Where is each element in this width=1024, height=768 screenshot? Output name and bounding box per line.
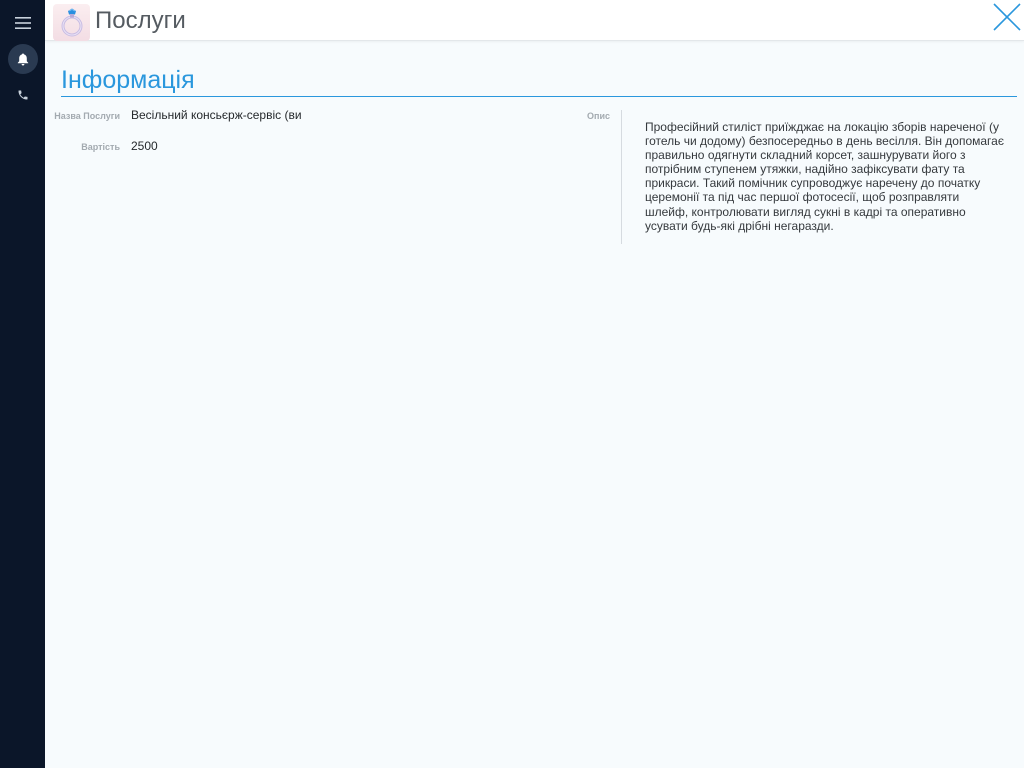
app-logo bbox=[53, 4, 90, 41]
hamburger-menu-icon bbox=[14, 17, 31, 29]
section-underline bbox=[61, 96, 1017, 97]
menu-button[interactable] bbox=[0, 7, 45, 39]
page-title: Послуги bbox=[95, 7, 186, 34]
header: Послуги bbox=[45, 0, 1024, 41]
sidebar bbox=[0, 0, 45, 768]
bell-icon bbox=[17, 53, 28, 65]
close-button[interactable] bbox=[993, 3, 1021, 31]
price-label: Вартість bbox=[81, 142, 120, 152]
column-divider bbox=[621, 110, 622, 244]
phone-icon bbox=[18, 90, 27, 100]
service-name-value: Весільний консьєрж-сервіс (ви bbox=[131, 108, 302, 122]
service-name-label: Назва Послуги bbox=[54, 111, 120, 121]
ring-icon bbox=[61, 8, 82, 36]
phone-button[interactable] bbox=[0, 79, 45, 111]
notifications-button[interactable] bbox=[0, 43, 45, 75]
description-label: Опис bbox=[587, 111, 610, 121]
section-title: Інформація bbox=[61, 66, 195, 94]
description-value: Професійний стиліст приїжджає на локацію… bbox=[645, 120, 1004, 233]
price-value: 2500 bbox=[131, 139, 158, 153]
notifications-highlight bbox=[7, 44, 38, 74]
close-icon bbox=[993, 3, 1021, 31]
